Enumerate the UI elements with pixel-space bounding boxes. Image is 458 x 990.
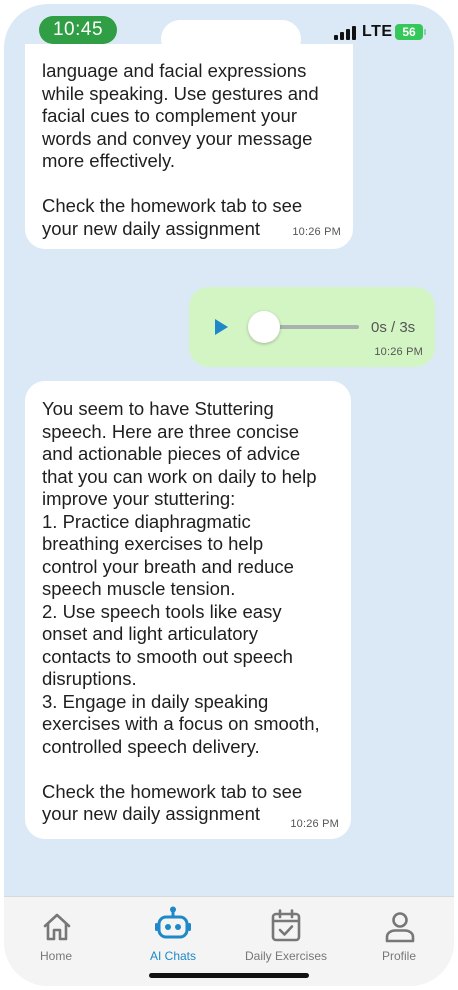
message-time: 10:26 PM: [290, 817, 339, 830]
calendar-check-icon: [271, 909, 301, 942]
tab-daily-exercises[interactable]: Daily Exercises: [236, 897, 336, 967]
tab-ai-chats[interactable]: AI Chats: [134, 897, 212, 967]
battery-icon: 56: [395, 24, 423, 40]
bot-message: You seem to have Stuttering speech. Here…: [25, 381, 351, 839]
signal-icon: [334, 26, 356, 40]
app-screen: language and facial expressions while sp…: [4, 4, 454, 986]
tab-label: Profile: [381, 949, 416, 963]
tab-profile[interactable]: Profile: [369, 897, 429, 967]
play-icon[interactable]: [215, 319, 228, 335]
audio-duration: 0s / 3s: [371, 319, 416, 336]
phone-frame: language and facial expressions while sp…: [0, 0, 458, 990]
network-label: LTE: [362, 23, 393, 40]
tab-label: Home: [39, 949, 72, 963]
tab-home[interactable]: Home: [26, 897, 86, 967]
home-indicator: [149, 973, 309, 978]
message-text: You seem to have Stuttering speech. Here…: [42, 398, 320, 824]
tab-label: Daily Exercises: [244, 949, 328, 963]
dynamic-island: [161, 20, 301, 58]
message-time: 10:26 PM: [292, 225, 341, 238]
battery-tip: [424, 29, 426, 35]
message-time: 10:26 PM: [374, 345, 423, 358]
home-icon: [43, 913, 71, 941]
robot-icon: [155, 906, 191, 939]
message-text: language and facial expressions while sp…: [42, 60, 319, 239]
status-time: 10:45: [39, 16, 117, 44]
user-audio-message: 0s / 3s 10:26 PM: [189, 287, 435, 367]
bot-message: language and facial expressions while sp…: [25, 44, 353, 249]
person-icon: [385, 912, 415, 943]
audio-progress-thumb[interactable]: [248, 311, 280, 343]
tab-label: AI Chats: [149, 949, 197, 963]
